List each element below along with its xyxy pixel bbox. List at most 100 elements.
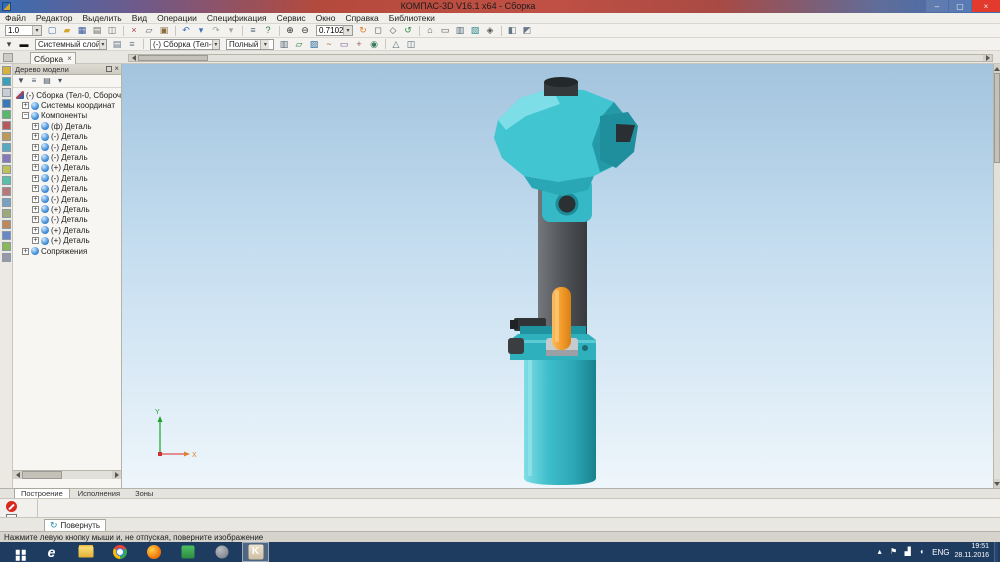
network-icon[interactable]: ▟	[902, 544, 913, 560]
expand-icon[interactable]: +	[32, 164, 39, 172]
scroll-down-icon[interactable]	[994, 479, 1000, 488]
show-cs-icon[interactable]: ◉	[367, 38, 381, 50]
chevron-down-icon[interactable]: ▾	[211, 39, 219, 49]
mates-icon[interactable]: △	[389, 38, 403, 50]
tab-zones[interactable]: Зоны	[128, 488, 160, 498]
zoom-input[interactable]	[319, 26, 343, 35]
tree-hscroll-thumb[interactable]	[22, 471, 62, 479]
step-input[interactable]	[8, 26, 32, 35]
paste-icon[interactable]: ▣	[157, 25, 171, 37]
refresh-image-icon[interactable]: ↻	[356, 25, 370, 37]
cut-icon[interactable]: ×	[127, 25, 141, 37]
kompas-library-icon[interactable]	[174, 542, 201, 562]
line-color-swatch[interactable]: ▬	[17, 38, 31, 50]
tab-close-icon[interactable]: ×	[67, 54, 72, 63]
expand-icon[interactable]: +	[32, 133, 39, 141]
expand-icon[interactable]: +	[32, 205, 39, 213]
maximize-button[interactable]: ▢	[949, 0, 971, 12]
tree-hscrollbar[interactable]	[13, 470, 121, 479]
filter-icon[interactable]	[1, 198, 11, 207]
array-icon[interactable]	[1, 176, 11, 185]
tree-structure-icon[interactable]: ▼	[15, 76, 27, 87]
tree-item-detail[interactable]: + (-) Деталь	[13, 142, 121, 152]
tree-item-detail[interactable]: + (-) Деталь	[13, 173, 121, 183]
expand-icon[interactable]: +	[22, 247, 29, 255]
spatial-curve-icon[interactable]	[1, 154, 11, 163]
interrupt-command-icon[interactable]	[6, 501, 17, 512]
expand-icon[interactable]: +	[32, 143, 39, 151]
zoom-area-icon[interactable]: ◻	[371, 25, 385, 37]
expand-icon[interactable]: +	[32, 154, 39, 162]
macro-icon[interactable]	[1, 242, 11, 251]
sketch-icon[interactable]	[1, 88, 11, 97]
document-combo[interactable]: (-) Сборка (Тел-0, С ▾	[150, 38, 220, 50]
gimp-icon[interactable]	[208, 542, 235, 562]
simplified-display-icon[interactable]: ◧	[505, 25, 519, 37]
auxiliary-geometry-icon[interactable]	[1, 165, 11, 174]
expand-icon[interactable]: +	[32, 216, 39, 224]
tree-item-coordinate-systems[interactable]: + Системы координат	[13, 100, 121, 110]
pin-icon[interactable]	[106, 66, 113, 72]
zoom-value-field[interactable]: ▾	[316, 25, 353, 36]
tree-item-detail[interactable]: + (-) Деталь	[13, 215, 121, 225]
tree-composition-icon[interactable]: ≡	[28, 76, 40, 87]
display-mode-combo[interactable]: Полный ▾	[226, 38, 274, 50]
library-icon[interactable]	[1, 231, 11, 240]
clock[interactable]: 19:51 28.11.2016	[954, 543, 989, 561]
scroll-left-icon[interactable]	[13, 471, 22, 479]
wireframe-icon[interactable]: ▭	[438, 25, 452, 37]
viewport-3d[interactable]: Y X	[122, 64, 993, 488]
collapse-icon[interactable]: −	[22, 112, 29, 120]
save-icon[interactable]: ▦	[75, 25, 89, 37]
tree-item-detail[interactable]: + (+) Деталь	[13, 204, 121, 214]
chevron-down-icon[interactable]: ▾	[32, 26, 41, 35]
hidden-lines-icon[interactable]: ▥	[453, 25, 467, 37]
chevron-down-icon[interactable]: ▾	[98, 39, 106, 49]
revolve-icon[interactable]	[1, 110, 11, 119]
expand-icon[interactable]: +	[32, 226, 39, 234]
scroll-right-icon[interactable]	[112, 471, 121, 479]
variables-icon[interactable]: ≡	[246, 25, 260, 37]
menu-item[interactable]: Библиотеки	[384, 13, 440, 24]
tree-item-detail[interactable]: + (+) Деталь	[13, 225, 121, 235]
layer-settings-icon[interactable]: ▤	[110, 38, 124, 50]
menu-item[interactable]: Окно	[311, 13, 341, 24]
expand-icon[interactable]: +	[22, 102, 29, 110]
vscroll-thumb[interactable]	[994, 73, 1000, 163]
tab-sborka[interactable]: Сборка ×	[30, 52, 76, 64]
hidden-icons-chevron[interactable]: ▴	[874, 544, 885, 560]
hide-all-objects-icon[interactable]: ▥	[277, 38, 291, 50]
tree-item-mates[interactable]: + Сопряжения	[13, 246, 121, 256]
menu-item[interactable]: Выделить	[78, 13, 127, 24]
viewport-vscrollbar[interactable]	[993, 64, 1000, 488]
shaded-display-icon[interactable]: ▧	[468, 25, 482, 37]
layers-list-icon[interactable]: ≡	[125, 38, 139, 50]
show-curves-icon[interactable]: ~	[322, 38, 336, 50]
language-indicator[interactable]: ENG	[932, 548, 949, 557]
menu-item[interactable]: Спецификация	[202, 13, 272, 24]
menu-item[interactable]: Операции	[152, 13, 202, 24]
chrome-icon[interactable]	[106, 542, 133, 562]
tree-item-detail[interactable]: + (-) Деталь	[13, 152, 121, 162]
current-step-field[interactable]: ▾	[5, 25, 42, 36]
tree-item-assembly-root[interactable]: (-) Сборка (Тел-0, Сборочны	[13, 90, 121, 100]
print-icon[interactable]: ▤	[90, 25, 104, 37]
expand-icon[interactable]: +	[32, 122, 39, 130]
menu-item[interactable]: Сервис	[272, 13, 311, 24]
show-axes-icon[interactable]: +	[352, 38, 366, 50]
hscroll-thumb[interactable]	[138, 55, 208, 61]
tree-item-detail[interactable]: + (-) Деталь	[13, 132, 121, 142]
kompas-icon[interactable]: K	[242, 542, 269, 562]
show-planes-icon[interactable]: ▭	[337, 38, 351, 50]
undo-list-icon[interactable]: ▾	[194, 25, 208, 37]
menu-item[interactable]: Вид	[127, 13, 152, 24]
action-center-icon[interactable]: ⚑	[888, 544, 899, 560]
firefox-icon[interactable]	[140, 542, 167, 562]
expand-icon[interactable]: +	[32, 185, 39, 193]
undo-icon[interactable]: ↶	[179, 25, 193, 37]
selection-filter-icon[interactable]	[1, 66, 11, 75]
zoom-in-icon[interactable]: ⊕	[283, 25, 297, 37]
ie-icon[interactable]: e	[38, 542, 65, 562]
scroll-left-icon[interactable]	[129, 55, 138, 61]
show-sketches-icon[interactable]: ▱	[292, 38, 306, 50]
